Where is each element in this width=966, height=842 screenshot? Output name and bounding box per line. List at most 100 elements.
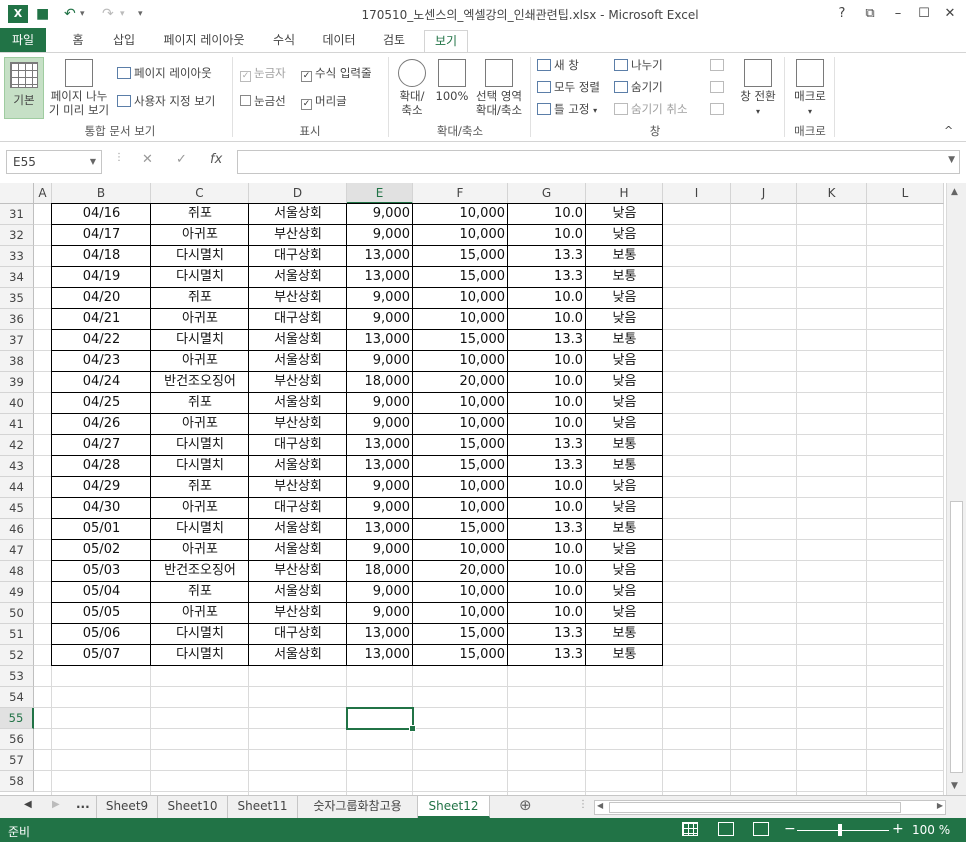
row-header-48[interactable]: 48: [0, 561, 34, 582]
cell-margin[interactable]: 10.0: [508, 204, 586, 225]
cell-date[interactable]: 04/18: [52, 246, 151, 267]
cell-date[interactable]: 05/05: [52, 603, 151, 624]
scroll-up-icon[interactable]: ▲: [951, 187, 958, 197]
tab-data[interactable]: 데이터: [314, 30, 364, 52]
cell-date[interactable]: 05/07: [52, 645, 151, 666]
cell-cost[interactable]: 9,000: [347, 351, 413, 372]
cell-margin[interactable]: 13.3: [508, 246, 586, 267]
cell-product[interactable]: 아귀포: [151, 351, 249, 372]
tab-file[interactable]: 파일: [0, 28, 46, 52]
normal-view-button[interactable]: 기본: [4, 57, 44, 119]
cell-cost[interactable]: 13,000: [347, 267, 413, 288]
tab-insert[interactable]: 삽입: [104, 30, 144, 52]
cell-date[interactable]: 04/24: [52, 372, 151, 393]
cell-product[interactable]: 아귀포: [151, 414, 249, 435]
cell-product[interactable]: 반건조오징어: [151, 561, 249, 582]
scroll-down-icon[interactable]: ▼: [951, 781, 958, 791]
cell-level[interactable]: 낮음: [586, 351, 663, 372]
cell-price[interactable]: 10,000: [413, 288, 508, 309]
cell-store[interactable]: 대구상회: [249, 435, 347, 456]
close-button[interactable]: ✕: [938, 4, 962, 24]
cell-cost[interactable]: 13,000: [347, 456, 413, 477]
cell-product[interactable]: 다시멸치: [151, 267, 249, 288]
cell-date[interactable]: 05/02: [52, 540, 151, 561]
cell-product[interactable]: 쥐포: [151, 204, 249, 225]
column-header-a[interactable]: A: [34, 183, 52, 204]
zoom-button[interactable]: 확대/ 축소: [392, 59, 432, 117]
zoom-slider-track[interactable]: [797, 830, 889, 831]
row-header-57[interactable]: 57: [0, 750, 34, 771]
name-box[interactable]: E55 ▼: [6, 150, 102, 174]
column-header-j[interactable]: J: [731, 183, 797, 204]
row-header-44[interactable]: 44: [0, 477, 34, 498]
column-header-g[interactable]: G: [508, 183, 586, 204]
cell-cost[interactable]: 13,000: [347, 435, 413, 456]
cell-date[interactable]: 04/22: [52, 330, 151, 351]
cell-store[interactable]: 서울상회: [249, 645, 347, 666]
page-layout-view-button[interactable]: 페이지 레이아웃: [117, 65, 212, 81]
cell-price[interactable]: 10,000: [413, 351, 508, 372]
row-header-42[interactable]: 42: [0, 435, 34, 456]
cell-store[interactable]: 대구상회: [249, 309, 347, 330]
cell-store[interactable]: 서울상회: [249, 540, 347, 561]
cell-store[interactable]: 부산상회: [249, 414, 347, 435]
cell-price[interactable]: 10,000: [413, 540, 508, 561]
row-header-34[interactable]: 34: [0, 267, 34, 288]
cell-store[interactable]: 서울상회: [249, 519, 347, 540]
cell-margin[interactable]: 10.0: [508, 225, 586, 246]
active-cell-highlight[interactable]: [346, 707, 416, 732]
cell-cost[interactable]: 13,000: [347, 330, 413, 351]
cell-level[interactable]: 보통: [586, 519, 663, 540]
cell-price[interactable]: 20,000: [413, 561, 508, 582]
cell-margin[interactable]: 10.0: [508, 582, 586, 603]
tab-formulas[interactable]: 수식: [264, 30, 304, 52]
cell-margin[interactable]: 10.0: [508, 540, 586, 561]
cell-cost[interactable]: 13,000: [347, 624, 413, 645]
cell-price[interactable]: 15,000: [413, 435, 508, 456]
cell-level[interactable]: 낮음: [586, 561, 663, 582]
cell-date[interactable]: 05/04: [52, 582, 151, 603]
row-header-52[interactable]: 52: [0, 645, 34, 666]
cell-date[interactable]: 04/17: [52, 225, 151, 246]
tab-page-layout[interactable]: 페이지 레이아웃: [152, 30, 256, 52]
cell-price[interactable]: 20,000: [413, 372, 508, 393]
cell-cost[interactable]: 9,000: [347, 309, 413, 330]
cell-product[interactable]: 아귀포: [151, 603, 249, 624]
cell-price[interactable]: 10,000: [413, 477, 508, 498]
cell-price[interactable]: 10,000: [413, 414, 508, 435]
cell-price[interactable]: 15,000: [413, 645, 508, 666]
cell-date[interactable]: 05/01: [52, 519, 151, 540]
sheet-tab-sheet9[interactable]: Sheet9: [96, 796, 158, 818]
cell-date[interactable]: 04/27: [52, 435, 151, 456]
cell-level[interactable]: 낮음: [586, 288, 663, 309]
cell-level[interactable]: 낮음: [586, 393, 663, 414]
cell-store[interactable]: 부산상회: [249, 372, 347, 393]
confirm-entry-icon[interactable]: ✓: [176, 152, 187, 167]
cell-level[interactable]: 낮음: [586, 225, 663, 246]
scrollbar-thumb[interactable]: [609, 802, 901, 813]
cell-store[interactable]: 부산상회: [249, 603, 347, 624]
row-header-43[interactable]: 43: [0, 456, 34, 477]
cell-product[interactable]: 다시멸치: [151, 624, 249, 645]
cell-cost[interactable]: 13,000: [347, 519, 413, 540]
cell-cost[interactable]: 9,000: [347, 393, 413, 414]
row-header-41[interactable]: 41: [0, 414, 34, 435]
cell-level[interactable]: 보통: [586, 624, 663, 645]
cell-store[interactable]: 서울상회: [249, 582, 347, 603]
unhide-button[interactable]: 숨기기 취소: [614, 101, 688, 117]
cell-store[interactable]: 서울상회: [249, 267, 347, 288]
cell-cost[interactable]: 9,000: [347, 603, 413, 624]
cell-product[interactable]: 쥐포: [151, 582, 249, 603]
cell-product[interactable]: 다시멸치: [151, 330, 249, 351]
row-header-51[interactable]: 51: [0, 624, 34, 645]
cell-level[interactable]: 낮음: [586, 372, 663, 393]
sheet-next-icon[interactable]: ▶: [52, 799, 60, 810]
cell-product[interactable]: 아귀포: [151, 498, 249, 519]
tab-view[interactable]: 보기: [424, 30, 468, 53]
cell-margin[interactable]: 13.3: [508, 330, 586, 351]
zoom-level[interactable]: 100 %: [912, 823, 950, 837]
gridlines-checkbox[interactable]: 눈금선: [240, 93, 286, 109]
cell-cost[interactable]: 9,000: [347, 498, 413, 519]
cancel-entry-icon[interactable]: ✕: [142, 152, 153, 167]
reset-window-position-icon[interactable]: [710, 101, 727, 117]
